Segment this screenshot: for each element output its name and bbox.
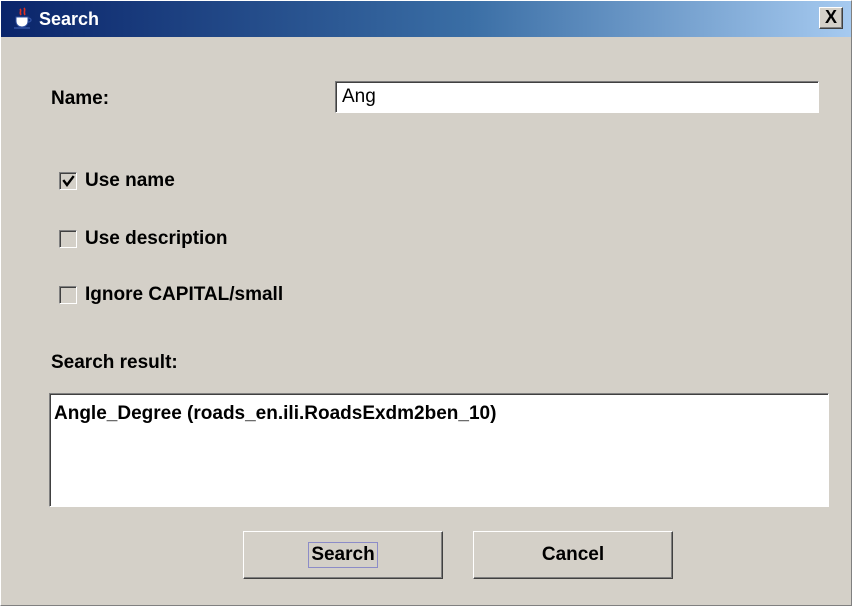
ignore-case-checkbox[interactable]: Ignore CAPITAL/small [59, 283, 359, 307]
search-result-list[interactable]: Angle_Degree (roads_en.ili.RoadsExdm2ben… [49, 393, 829, 507]
use-name-label: Use name [85, 170, 175, 191]
use-description-label: Use description [85, 228, 228, 249]
close-icon: X [824, 7, 837, 27]
cancel-button-label: Cancel [541, 544, 605, 565]
search-button[interactable]: Search [243, 531, 443, 579]
search-dialog: Search X Name: Use name Use description … [0, 0, 852, 606]
close-button[interactable]: X [819, 7, 843, 29]
window-title: Search [39, 9, 100, 29]
title-bar[interactable]: Search X [1, 1, 851, 37]
ignore-case-checkbox-box[interactable] [59, 286, 77, 304]
checkmark-icon [62, 175, 75, 187]
cancel-button[interactable]: Cancel [473, 531, 673, 579]
use-name-checkbox[interactable]: Use name [59, 169, 259, 193]
java-coffee-cup-icon [14, 7, 32, 29]
list-item[interactable]: Angle_Degree (roads_en.ili.RoadsExdm2ben… [54, 402, 496, 426]
search-button-label: Search [308, 542, 378, 568]
name-input[interactable] [335, 81, 819, 113]
search-result-label: Search result: [51, 352, 178, 373]
ignore-case-label: Ignore CAPITAL/small [85, 284, 284, 305]
use-name-checkbox-box[interactable] [59, 172, 77, 190]
name-label: Name: [51, 88, 110, 109]
use-description-checkbox-box[interactable] [59, 230, 77, 248]
use-description-checkbox[interactable]: Use description [59, 227, 299, 251]
